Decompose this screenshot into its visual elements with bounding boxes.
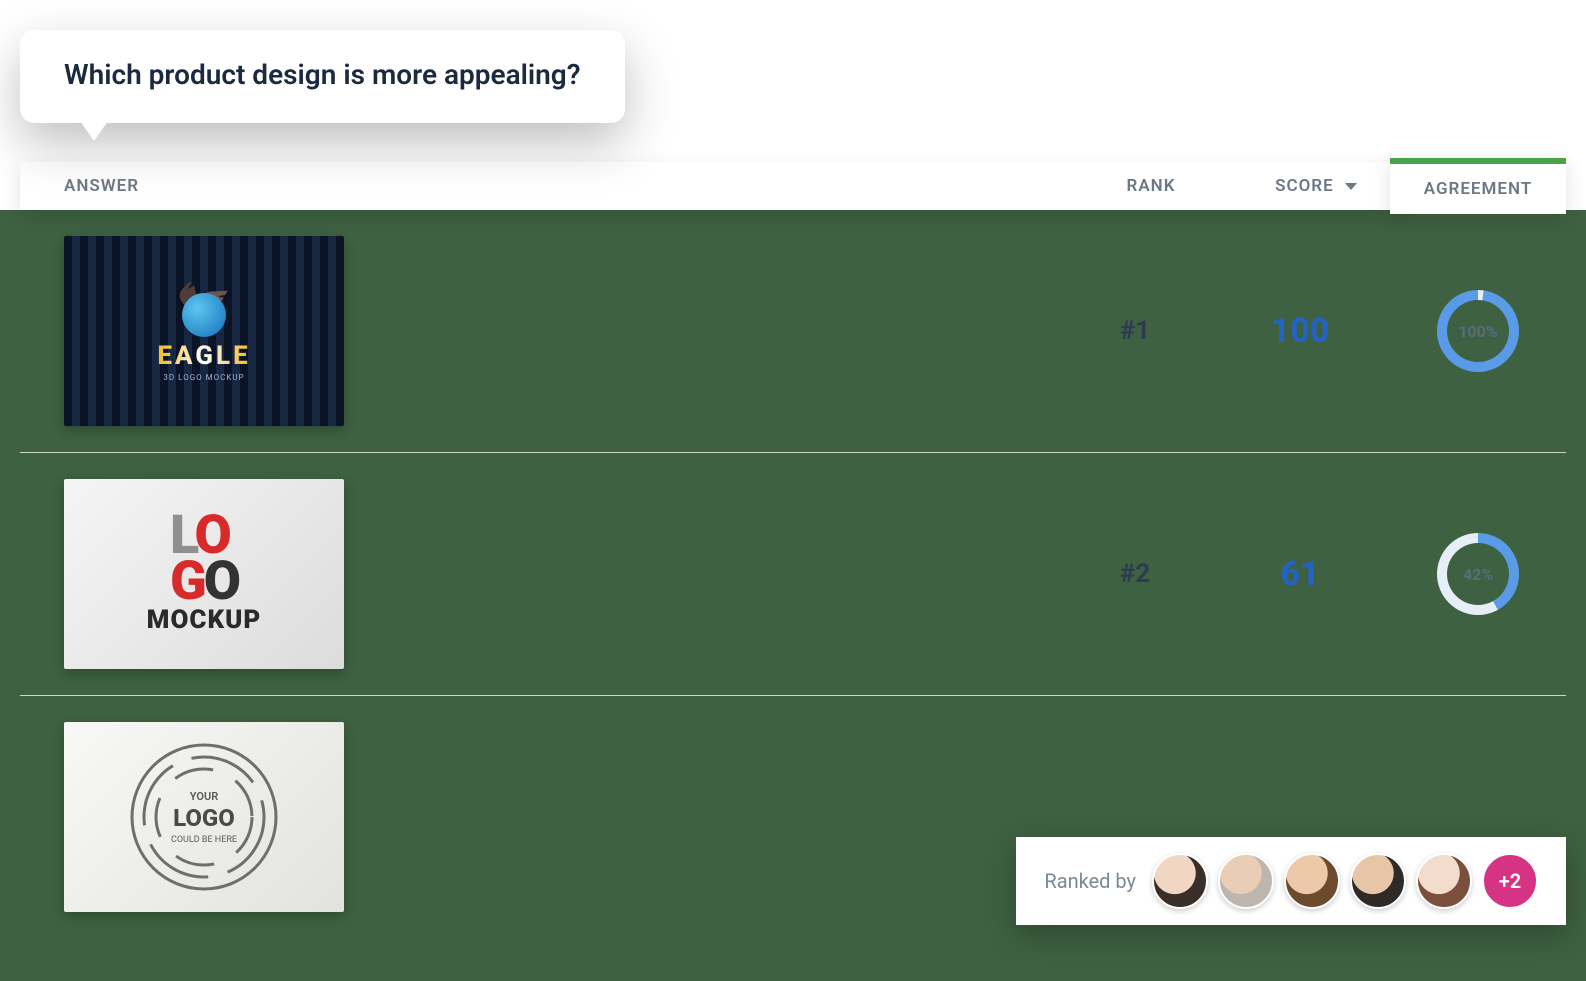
agreement-value: 100% (1458, 322, 1497, 341)
agreement-value: 42% (1463, 565, 1493, 584)
avatar[interactable] (1416, 853, 1472, 909)
column-header-agreement: AGREEMENT (1424, 179, 1532, 199)
column-header-score-label: SCORE (1275, 176, 1334, 196)
table-row[interactable]: LOGO MOCKUP #2 61 42% (20, 453, 1566, 696)
agreement-ring: 100% (1437, 290, 1519, 372)
score-value: 61 (1210, 554, 1390, 594)
answer-thumbnail[interactable]: 🦅 EAGLE 3D LOGO MOCKUP (64, 236, 344, 426)
table-row[interactable]: 🦅 EAGLE 3D LOGO MOCKUP #1 100 100% (20, 210, 1566, 453)
ranked-by-label: Ranked by (1044, 869, 1136, 893)
results-list: 🦅 EAGLE 3D LOGO MOCKUP #1 100 100% LOGO … (20, 210, 1566, 938)
avatar-more-count: +2 (1499, 869, 1521, 893)
logo-line-2: MOCKUP (147, 605, 262, 635)
column-header-score[interactable]: SCORE (1226, 176, 1406, 196)
eagle-brand-text: EAGLE (157, 341, 250, 371)
rank-value: #2 (1060, 559, 1210, 589)
column-header-agreement-chip[interactable]: AGREEMENT (1390, 158, 1566, 214)
table-header: ANSWER RANK SCORE (20, 162, 1406, 210)
logo-line-1: LOGO (170, 513, 238, 605)
circular-logo-icon: YOUR LOGO COULD BE HERE (119, 732, 289, 902)
avatar[interactable] (1350, 853, 1406, 909)
svg-text:COULD BE HERE: COULD BE HERE (171, 835, 237, 845)
avatar[interactable] (1152, 853, 1208, 909)
avatar[interactable] (1218, 853, 1274, 909)
question-text: Which product design is more appealing? (64, 58, 581, 91)
answer-thumbnail[interactable]: LOGO MOCKUP (64, 479, 344, 669)
ranked-by-panel: Ranked by +2 (1016, 837, 1566, 925)
avatar[interactable] (1284, 853, 1340, 909)
avatar-more-button[interactable]: +2 (1482, 853, 1538, 909)
column-header-rank[interactable]: RANK (1076, 176, 1226, 196)
eagle-subtext: 3D LOGO MOCKUP (163, 373, 244, 382)
svg-text:LOGO: LOGO (173, 804, 235, 832)
question-bubble: Which product design is more appealing? (20, 30, 625, 123)
score-value: 100 (1210, 311, 1390, 351)
svg-text:YOUR: YOUR (190, 790, 218, 803)
agreement-ring: 42% (1437, 533, 1519, 615)
rank-value: #1 (1060, 316, 1210, 346)
answer-thumbnail[interactable]: YOUR LOGO COULD BE HERE (64, 722, 344, 912)
sort-caret-down-icon (1345, 183, 1357, 190)
globe-icon (182, 293, 226, 337)
column-header-answer[interactable]: ANSWER (20, 176, 1076, 196)
